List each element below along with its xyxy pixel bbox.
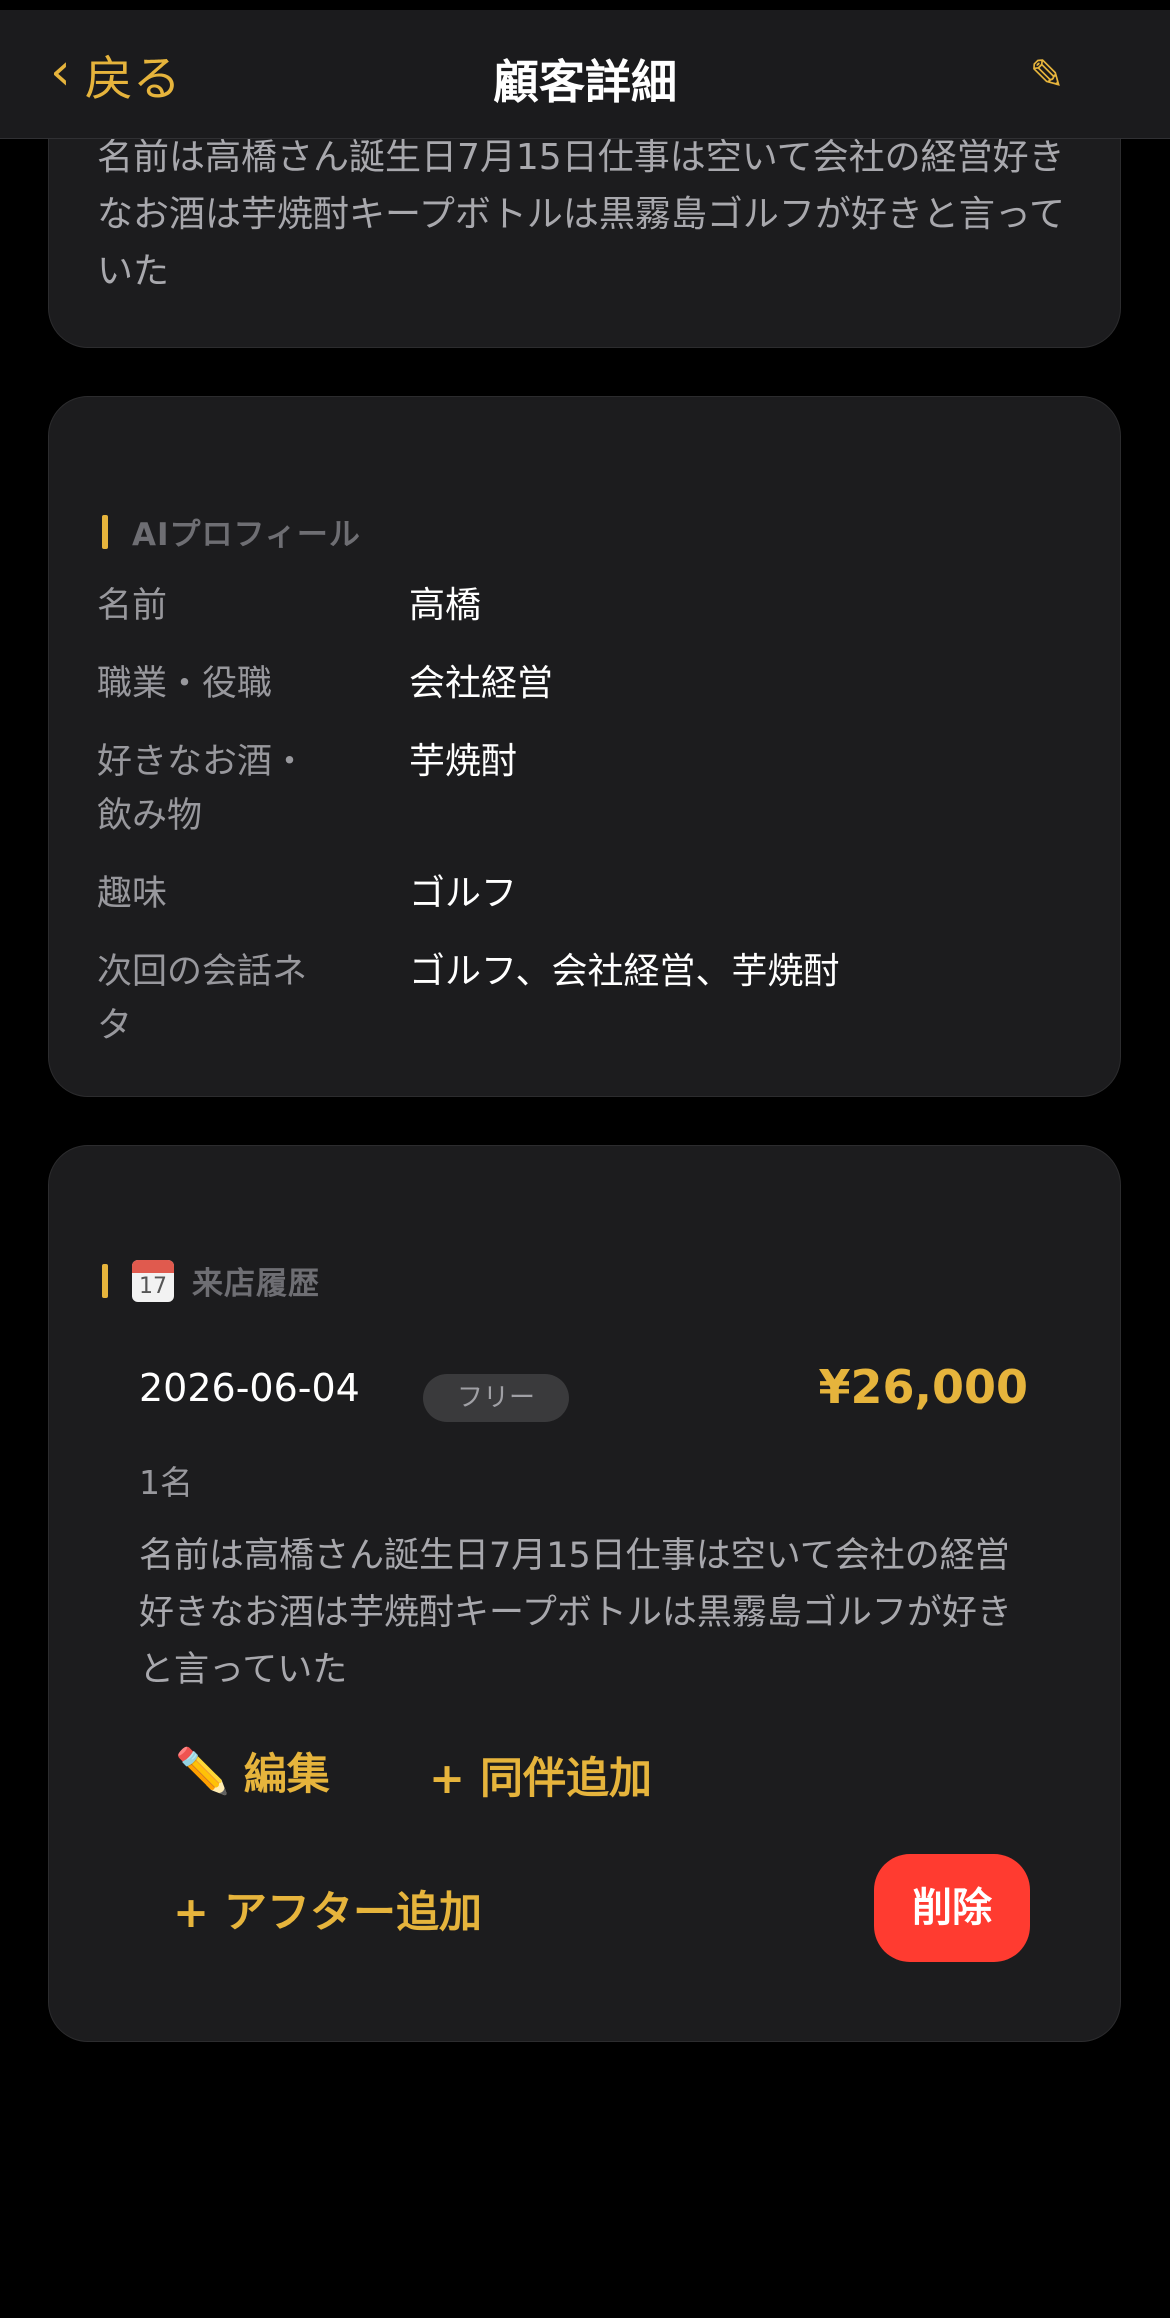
ai-profile-header: AIプロフィール — [102, 509, 361, 554]
profile-value: 芋焼酎 — [409, 741, 518, 782]
profile-label: 職業・役職 — [97, 664, 273, 704]
calendar-icon: 17 — [132, 1259, 174, 1302]
edit-pencil-icon[interactable]: ✎ — [1022, 50, 1072, 100]
profile-label: 次回の会話ネタ — [97, 952, 308, 1046]
edit-visit-button[interactable]: ✏️ 編集 — [175, 1740, 330, 1802]
profile-value: 会社経営 — [409, 663, 554, 704]
profile-value: ゴルフ — [409, 873, 518, 914]
section-accent-bar — [102, 1263, 108, 1298]
ai-profile-title: AIプロフィール — [132, 517, 361, 553]
profile-label: 趣味 — [97, 874, 168, 914]
delete-button[interactable]: 削除 — [874, 1854, 1030, 1962]
visit-guest-count: 1名 — [139, 1463, 193, 1502]
add-companion-button[interactable]: + 同伴追加 — [429, 1744, 652, 1806]
visit-memo: 名前は高橋さん誕生日7月15日仕事は空いて会社の経営好きなお酒は芋焼酎キープボト… — [139, 1536, 1012, 1690]
visit-history-card: 17 来店履歴 2026-06-04 フリー ¥26,000 1名 名前は高橋さ… — [48, 1145, 1121, 2042]
visit-amount: ¥26,000 — [818, 1360, 1028, 1414]
edit-visit-label: 編集 — [243, 1750, 330, 1800]
profile-value: 高橋 — [409, 585, 482, 626]
visit-date: 2026-06-04 — [139, 1366, 360, 1410]
memo-text: 名前は高橋さん誕生日7月15日仕事は空いて会社の経営好きなお酒は芋焼酎キープボト… — [97, 137, 1066, 292]
visit-type-badge: フリー — [423, 1374, 569, 1422]
profile-value: ゴルフ、会社経営、芋焼酎 — [409, 951, 840, 992]
section-accent-bar — [102, 514, 108, 549]
profile-label: 名前 — [97, 586, 168, 626]
visit-history-header: 17 来店履歴 — [102, 1258, 320, 1303]
calendar-day: 17 — [139, 1273, 167, 1299]
add-after-button[interactable]: + アフター追加 — [173, 1878, 482, 1940]
pencil-icon: ✏️ — [175, 1746, 230, 1797]
ai-profile-card: AIプロフィール 名前 高橋 職業・役職 会社経営 好きなお酒・飲み物 芋焼酎 … — [48, 396, 1121, 1097]
page-title: 顧客詳細 — [493, 55, 677, 109]
status-bar-strip — [0, 0, 1170, 10]
profile-label: 好きなお酒・飲み物 — [97, 742, 308, 836]
navigation-bar: ‹ 戻る 顧客詳細 ✎ — [0, 10, 1170, 139]
visit-history-title: 来店履歴 — [192, 1266, 320, 1302]
